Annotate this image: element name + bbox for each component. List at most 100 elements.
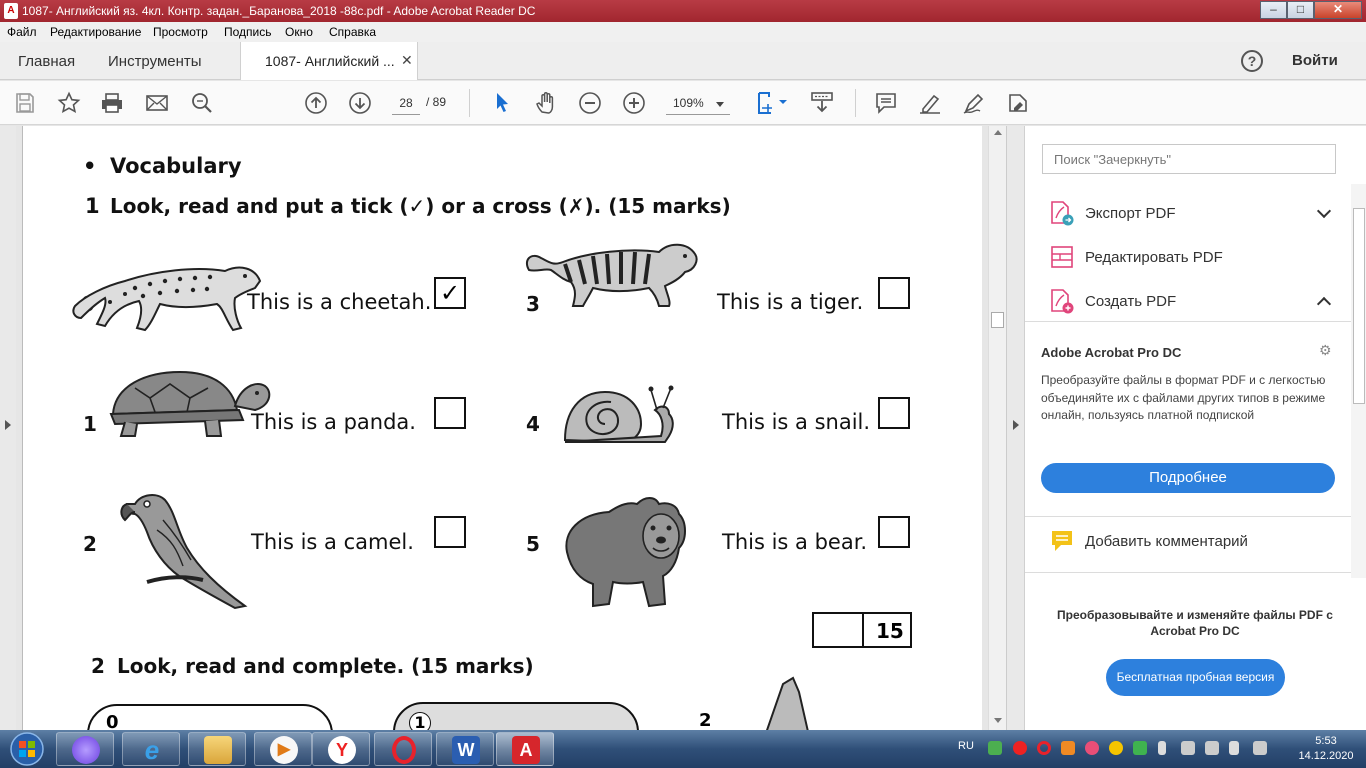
toolbar: 28 / 89 109% bbox=[0, 81, 1366, 125]
tools-pane-scrollbar[interactable] bbox=[1351, 184, 1366, 578]
menu-sign[interactable]: Подпись bbox=[224, 25, 272, 39]
highlight-pen-icon[interactable] bbox=[918, 91, 942, 115]
taskbar-acrobat[interactable]: A bbox=[496, 732, 554, 766]
close-tab-icon[interactable]: ✕ bbox=[401, 52, 413, 69]
tick-box[interactable] bbox=[878, 516, 910, 548]
scroll-mode-icon[interactable] bbox=[810, 91, 834, 115]
chevron-up-icon[interactable] bbox=[1316, 296, 1332, 312]
task2-label: 1 bbox=[409, 712, 431, 730]
score-divider bbox=[862, 614, 864, 646]
usb-icon[interactable] bbox=[1181, 741, 1195, 755]
minimize-button[interactable]: – bbox=[1260, 1, 1287, 19]
next-page-icon[interactable] bbox=[348, 91, 372, 115]
more-info-button[interactable]: Подробнее bbox=[1041, 463, 1335, 493]
tool-add-comment[interactable]: Добавить комментарий bbox=[1049, 528, 1349, 556]
tray-opera-icon[interactable] bbox=[1037, 741, 1051, 755]
save-icon[interactable] bbox=[13, 91, 37, 115]
toolbar-divider bbox=[855, 89, 856, 117]
network-signal-icon[interactable] bbox=[1253, 741, 1267, 755]
page-total: / 89 bbox=[426, 95, 447, 109]
comment-icon[interactable] bbox=[874, 91, 898, 115]
zoom-in-icon[interactable] bbox=[622, 91, 646, 115]
search-icon[interactable] bbox=[190, 91, 214, 115]
tick-box[interactable] bbox=[878, 397, 910, 429]
help-icon[interactable]: ? bbox=[1241, 50, 1263, 72]
tray-yandex-icon[interactable] bbox=[1013, 741, 1027, 755]
score-value: 15 bbox=[876, 619, 904, 643]
task1-title: Look, read and put a tick (✓) or a cross… bbox=[110, 194, 731, 218]
print-icon[interactable] bbox=[100, 91, 124, 115]
tiger-illustration bbox=[525, 243, 698, 307]
tray-network-check-icon[interactable] bbox=[988, 741, 1002, 755]
tool-create-pdf[interactable]: Создать PDF bbox=[1049, 288, 1349, 316]
zoom-select[interactable]: 109% bbox=[666, 93, 730, 115]
tick-box[interactable] bbox=[878, 277, 910, 309]
login-button[interactable]: Войти bbox=[1292, 52, 1338, 69]
chevron-right-icon bbox=[1013, 420, 1019, 430]
menu-window[interactable]: Окно bbox=[285, 25, 313, 39]
previous-page-icon[interactable] bbox=[304, 91, 328, 115]
language-indicator[interactable]: RU bbox=[958, 740, 974, 752]
tray-check-icon[interactable] bbox=[1133, 741, 1147, 755]
tab-tools[interactable]: Инструменты bbox=[108, 53, 202, 70]
tool-edit-pdf[interactable]: Редактировать PDF bbox=[1049, 244, 1349, 272]
hand-tool-icon[interactable] bbox=[534, 91, 558, 115]
scrollbar-thumb[interactable] bbox=[991, 312, 1004, 328]
tray-app-icon[interactable] bbox=[1109, 741, 1123, 755]
fill-sign-icon[interactable] bbox=[1006, 91, 1030, 115]
item-number: 5 bbox=[526, 532, 540, 556]
taskbar-alice[interactable] bbox=[56, 732, 114, 766]
fit-page-icon[interactable] bbox=[756, 91, 790, 115]
tool-export-pdf[interactable]: Экспорт PDF bbox=[1049, 200, 1349, 228]
sign-icon[interactable] bbox=[962, 91, 986, 115]
pdf-page: • Vocabulary 1 Look, read and put a tick… bbox=[22, 126, 982, 730]
taskbar-media[interactable]: ▶ bbox=[254, 732, 312, 766]
scroll-down-arrow[interactable] bbox=[994, 718, 1002, 723]
tick-box[interactable] bbox=[434, 516, 466, 548]
mail-icon[interactable] bbox=[145, 91, 169, 115]
menu-help[interactable]: Справка bbox=[329, 25, 376, 39]
maximize-button[interactable]: □ bbox=[1287, 1, 1314, 19]
scrollbar-thumb[interactable] bbox=[1353, 208, 1365, 404]
chevron-down-icon[interactable] bbox=[1316, 203, 1332, 219]
taskbar-opera[interactable] bbox=[374, 732, 432, 766]
action-center-flag-icon[interactable] bbox=[1229, 741, 1239, 755]
right-panel-toggle[interactable] bbox=[1006, 126, 1024, 730]
media-player-icon: ▶ bbox=[270, 736, 298, 764]
tools-search-input[interactable]: Поиск "Зачеркнуть" bbox=[1042, 144, 1336, 174]
taskbar-yandex[interactable]: Y bbox=[312, 732, 370, 766]
menu-file[interactable]: Файл bbox=[7, 25, 37, 39]
cheetah-illustration bbox=[72, 266, 262, 332]
promo-settings-icon[interactable]: ⚙ bbox=[1319, 342, 1335, 358]
page-number-input[interactable]: 28 bbox=[392, 93, 420, 115]
volume-icon[interactable] bbox=[1205, 741, 1219, 755]
tray-app-icon[interactable] bbox=[1085, 741, 1099, 755]
score-box: 15 bbox=[812, 612, 912, 648]
menu-view[interactable]: Просмотр bbox=[153, 25, 208, 39]
bluetooth-icon[interactable] bbox=[1158, 741, 1166, 755]
item-number: 2 bbox=[83, 532, 97, 556]
taskbar-explorer[interactable] bbox=[188, 732, 246, 766]
bear-illustration bbox=[565, 497, 686, 608]
free-trial-button[interactable]: Бесплатная пробная версия bbox=[1106, 659, 1285, 696]
zoom-out-icon[interactable] bbox=[578, 91, 602, 115]
close-window-button[interactable]: ✕ bbox=[1314, 1, 1362, 19]
tab-home[interactable]: Главная bbox=[18, 53, 75, 70]
left-panel-toggle[interactable] bbox=[0, 126, 16, 730]
yandex-browser-icon: Y bbox=[328, 736, 356, 764]
taskbar-ie[interactable]: e bbox=[122, 732, 180, 766]
select-cursor-icon[interactable] bbox=[490, 91, 514, 115]
document-scrollbar[interactable] bbox=[988, 126, 1006, 730]
start-button[interactable] bbox=[2, 731, 52, 767]
tab-document[interactable]: 1087- Английский ... ✕ bbox=[240, 42, 418, 80]
tick-box[interactable] bbox=[434, 397, 466, 429]
tick-box-checked[interactable]: ✓ bbox=[434, 277, 466, 309]
taskbar-word[interactable]: W bbox=[436, 732, 494, 766]
tray-app-icon[interactable] bbox=[1061, 741, 1075, 755]
chevron-right-icon bbox=[5, 420, 11, 430]
system-clock[interactable]: 5:53 14.12.2020 bbox=[1290, 734, 1362, 764]
tab-bar: Главная Инструменты 1087- Английский ...… bbox=[0, 42, 1366, 80]
menu-edit[interactable]: Редактирование bbox=[50, 25, 141, 39]
scroll-up-arrow[interactable] bbox=[994, 130, 1002, 135]
star-icon[interactable] bbox=[57, 91, 81, 115]
